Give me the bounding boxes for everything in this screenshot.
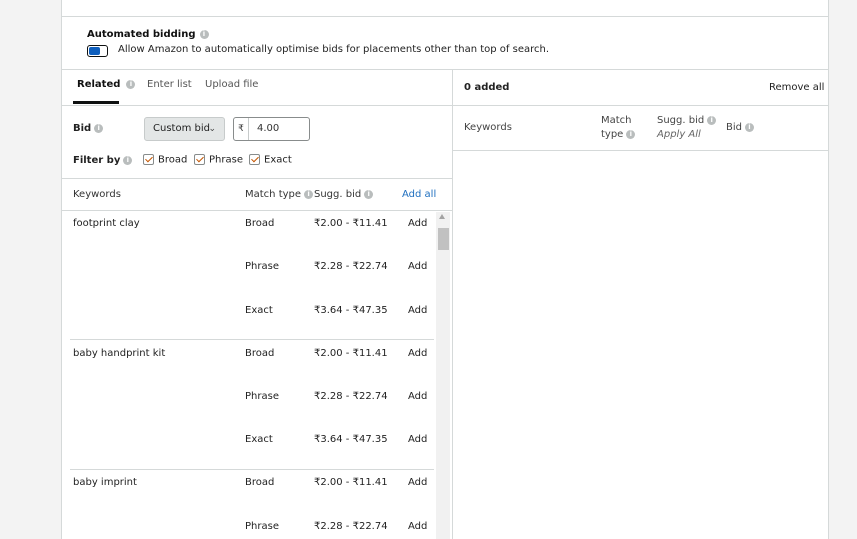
bid-input[interactable]: ₹ 4.00 bbox=[233, 117, 310, 141]
divider bbox=[62, 210, 452, 211]
sugg-bid-range: ₹2.00 - ₹11.41 bbox=[314, 477, 388, 488]
sugg-bid-range: ₹2.00 - ₹11.41 bbox=[314, 348, 388, 359]
divider bbox=[452, 150, 828, 151]
bid-value[interactable]: 4.00 bbox=[257, 118, 279, 140]
add-keyword-link[interactable]: Add bbox=[408, 348, 427, 359]
keyword-targeting-panel: Automated bidding i Allow Amazon to autom… bbox=[61, 0, 829, 539]
sugg-bid-range: ₹3.64 - ₹47.35 bbox=[314, 305, 388, 316]
scrollbar-thumb[interactable] bbox=[438, 228, 449, 250]
row-divider bbox=[70, 339, 434, 340]
keyword-text: baby handprint kit bbox=[73, 348, 166, 359]
scroll-up-arrow-icon[interactable] bbox=[439, 214, 445, 219]
match-type-text: Broad bbox=[245, 477, 275, 488]
add-keyword-link[interactable]: Add bbox=[408, 434, 427, 445]
sugg-bid-range: ₹2.00 - ₹11.41 bbox=[314, 218, 388, 229]
automated-bidding-toggle[interactable] bbox=[87, 45, 108, 57]
automated-bidding-description: Allow Amazon to automatically optimise b… bbox=[118, 44, 550, 55]
sugg-bid-range: ₹2.28 - ₹22.74 bbox=[314, 391, 388, 402]
add-keyword-link[interactable]: Add bbox=[408, 477, 427, 488]
info-icon[interactable]: i bbox=[364, 189, 374, 199]
added-col-header-sugg-bid: Sugg. bid i Apply All bbox=[657, 114, 717, 142]
tab-enter-list[interactable]: Enter list bbox=[147, 79, 192, 90]
match-type-text: Broad bbox=[245, 218, 275, 229]
added-col-header-bid: Bid i bbox=[726, 121, 754, 135]
col-header-sugg-bid: Sugg. bid i bbox=[314, 189, 374, 200]
info-icon[interactable]: i bbox=[94, 123, 104, 133]
match-type-text: Phrase bbox=[245, 521, 279, 532]
top-divider bbox=[62, 16, 828, 17]
added-count: 0 added bbox=[464, 82, 510, 93]
info-icon[interactable]: i bbox=[745, 122, 754, 132]
info-icon[interactable]: i bbox=[304, 189, 314, 199]
apply-all-link[interactable]: Apply All bbox=[657, 128, 716, 142]
column-divider bbox=[452, 69, 453, 539]
divider bbox=[62, 178, 452, 179]
match-type-text: Exact bbox=[245, 434, 273, 445]
divider bbox=[62, 105, 452, 106]
bid-type-dropdown[interactable]: Custom bid ⌄ bbox=[144, 117, 225, 141]
checkbox-checked-icon[interactable] bbox=[249, 154, 260, 165]
automated-bidding-title: Automated bidding i bbox=[87, 29, 209, 40]
added-col-header-match-type: Match type i bbox=[601, 114, 636, 142]
checkbox-checked-icon[interactable] bbox=[194, 154, 205, 165]
keyword-text: baby imprint bbox=[73, 477, 137, 488]
checkbox-checked-icon[interactable] bbox=[143, 154, 154, 165]
col-header-match-type: Match type i bbox=[245, 189, 314, 200]
tab-upload-file[interactable]: Upload file bbox=[205, 79, 258, 90]
keyword-text: footprint clay bbox=[73, 218, 140, 229]
add-keyword-link[interactable]: Add bbox=[408, 305, 427, 316]
match-type-text: Phrase bbox=[245, 261, 279, 272]
info-icon[interactable]: i bbox=[126, 79, 136, 89]
add-all-link[interactable]: Add all bbox=[402, 189, 436, 200]
match-type-text: Exact bbox=[245, 305, 273, 316]
sugg-bid-range: ₹2.28 - ₹22.74 bbox=[314, 261, 388, 272]
add-keyword-link[interactable]: Add bbox=[408, 218, 427, 229]
filter-phrase-checkbox[interactable]: Phrase bbox=[194, 154, 243, 166]
divider bbox=[452, 105, 828, 106]
row-divider bbox=[70, 469, 434, 470]
add-keyword-link[interactable]: Add bbox=[408, 261, 427, 272]
match-type-text: Broad bbox=[245, 348, 275, 359]
chevron-down-icon: ⌄ bbox=[208, 124, 216, 134]
add-keyword-link[interactable]: Add bbox=[408, 521, 427, 532]
sugg-bid-range: ₹3.64 - ₹47.35 bbox=[314, 434, 388, 445]
tab-related[interactable]: Related i bbox=[77, 79, 136, 90]
info-icon[interactable]: i bbox=[199, 29, 209, 39]
add-keyword-link[interactable]: Add bbox=[408, 391, 427, 402]
sugg-bid-range: ₹2.28 - ₹22.74 bbox=[314, 521, 388, 532]
filter-exact-checkbox[interactable]: Exact bbox=[249, 154, 292, 166]
info-icon[interactable]: i bbox=[123, 155, 133, 165]
col-header-keywords: Keywords bbox=[73, 189, 121, 200]
filter-by-label: Filter by i bbox=[73, 155, 133, 166]
info-icon[interactable]: i bbox=[626, 129, 636, 139]
remove-all-link[interactable]: Remove all bbox=[769, 82, 824, 93]
scrollbar-track[interactable] bbox=[436, 212, 450, 539]
bid-label: Bid i bbox=[73, 123, 104, 134]
currency-symbol: ₹ bbox=[234, 118, 249, 140]
added-col-header-keywords: Keywords bbox=[464, 122, 512, 133]
divider bbox=[62, 69, 828, 70]
active-tab-indicator bbox=[73, 101, 119, 104]
filter-broad-checkbox[interactable]: Broad bbox=[143, 154, 187, 166]
match-type-text: Phrase bbox=[245, 391, 279, 402]
toggle-knob bbox=[89, 47, 100, 55]
info-icon[interactable]: i bbox=[707, 115, 717, 125]
